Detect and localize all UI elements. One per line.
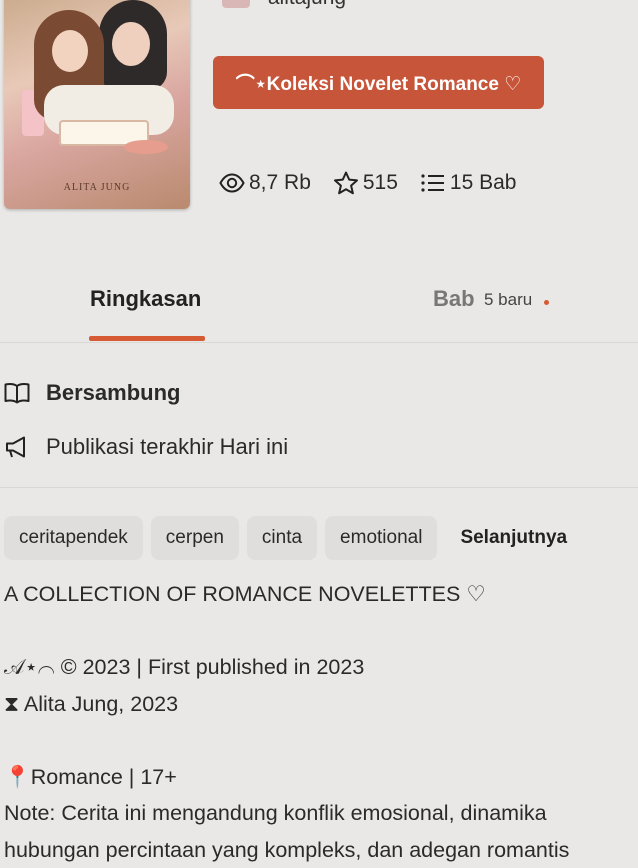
status-text: Bersambung [46,380,180,406]
tab-bar: Ringkasan Bab 5 baru [0,270,638,343]
book-cover[interactable]: ALITA JUNG [4,0,190,209]
summary-line [4,722,634,759]
collection-button[interactable]: ⌒⋆Koleksi Novelet Romance ♡ [213,56,544,109]
author-avatar [222,0,250,8]
summary-line: Note: Cerita ini mengandung konflik emos… [4,795,634,832]
status-row: Bersambung [4,380,180,406]
list-icon [420,173,446,193]
cover-girl-face [52,30,88,72]
stats-row: 8,7 Rb 515 15 Bab [219,171,516,195]
cover-boy-face [112,22,150,66]
views-count: 8,7 Rb [249,171,311,195]
tag-chip[interactable]: cerpen [151,516,239,560]
tab-active-indicator [89,336,205,341]
summary-line [4,613,634,650]
more-tags-link[interactable]: Selanjutnya [445,516,582,560]
summary-line: ⧗ Alita Jung, 2023 [4,686,634,723]
author-name: alitajung [268,0,346,9]
votes-count: 515 [363,171,398,195]
parts-stat: 15 Bab [420,171,517,195]
cover-author-text: ALITA JUNG [4,182,190,193]
tab-chapters-new-count: 5 baru [484,290,532,310]
tag-chip[interactable]: cinta [247,516,317,560]
star-icon [333,171,359,195]
cover-cake [124,140,168,154]
author-row[interactable]: alitajung [222,0,346,10]
published-text: Publikasi terakhir Hari ini [46,434,288,460]
new-dot [544,300,549,305]
tab-summary[interactable]: Ringkasan [90,286,201,312]
published-row: Publikasi terakhir Hari ini [4,434,288,460]
tag-chip[interactable]: ceritapendek [4,516,143,560]
summary-line: hubungan percintaan yang kompleks, dan a… [4,832,634,868]
summary-line: 𝒜⋆⌒ © 2023 | First published in 2023 [4,649,634,686]
tag-chip[interactable]: emotional [325,516,437,560]
summary-line: 📍Romance | 17+ [4,759,634,796]
summary-text: A COLLECTION OF ROMANCE NOVELETTES ♡ 𝒜⋆⌒… [4,576,634,868]
views-stat: 8,7 Rb [219,171,311,195]
tag-list: ceritapendek cerpen cinta emotional Sela… [4,516,582,560]
open-book-icon [4,382,30,404]
eye-icon [219,173,245,193]
section-divider [0,487,638,488]
parts-count: 15 Bab [450,171,517,195]
summary-line: A COLLECTION OF ROMANCE NOVELETTES ♡ [4,576,634,613]
megaphone-icon [4,435,30,459]
votes-stat: 515 [333,171,398,195]
tab-chapters[interactable]: Bab [433,286,475,312]
